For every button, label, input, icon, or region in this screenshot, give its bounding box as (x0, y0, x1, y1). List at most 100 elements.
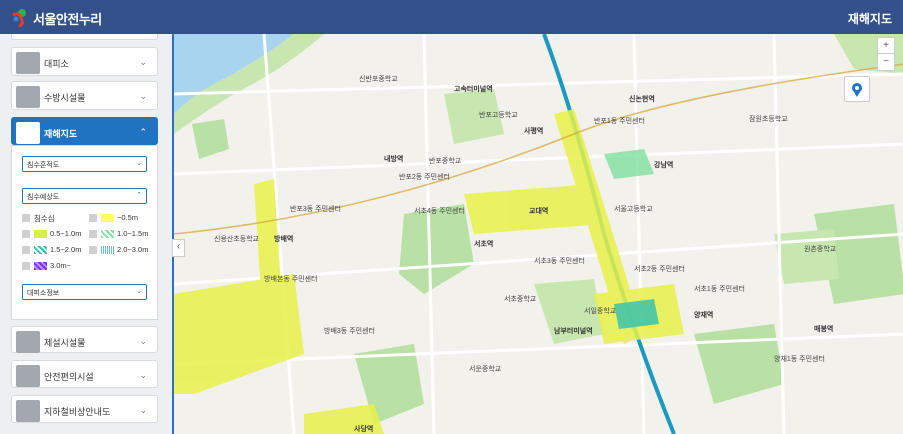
map-label: 서초3동 주민센터 (534, 258, 585, 265)
map-label: 잠원초등학교 (749, 116, 788, 123)
map-canvas[interactable]: 신용산초등학교 신반포중학교 반포중학교 반포고등학교 잠원초등학교 원촌중학교… (172, 34, 903, 434)
station-label[interactable]: 남부터미널역 (554, 326, 593, 336)
map-label: 신용산초등학교 (214, 236, 260, 243)
checkbox[interactable] (22, 230, 30, 238)
chevron-up-icon: ⌃ (139, 127, 147, 137)
chevron-down-icon: ⌄ (139, 91, 147, 101)
panel-shelter[interactable]: 대피소 ⌄ (11, 47, 158, 76)
station-label[interactable]: 교대역 (529, 206, 548, 216)
checkbox[interactable] (22, 246, 30, 254)
panel-disaster-map[interactable]: 재해지도 ⌃ (11, 117, 158, 145)
shelter-info-select[interactable]: 대피소정보 ⌄ (22, 284, 147, 300)
map-label: 서초2동 주민센터 (634, 266, 685, 273)
map-label: 서초중학교 (504, 296, 537, 303)
map-label: 서울고등학교 (614, 206, 653, 213)
chevron-up-icon: ⌃ (136, 192, 142, 199)
panel-safety-convenience[interactable]: 안전편의시설 ⌄ (11, 360, 158, 388)
app-title[interactable]: 서울안전누리 (33, 9, 102, 28)
current-location-button[interactable] (844, 76, 870, 102)
checkbox[interactable] (22, 214, 30, 222)
map-label: 서초4동 주민센터 (414, 208, 465, 215)
panel-label: 수방시설물 (44, 93, 86, 103)
chevron-down-icon: ⌄ (136, 288, 142, 295)
park-area (399, 204, 474, 294)
select-value: 침수흔적도 (27, 162, 60, 169)
checkbox[interactable] (89, 214, 97, 222)
panel-flood-facility[interactable]: 수방시설물 ⌄ (11, 81, 158, 110)
checkbox[interactable] (22, 262, 30, 270)
station-label[interactable]: 양재역 (694, 310, 713, 320)
map-label: 서운중학교 (469, 366, 502, 373)
house-icon (16, 365, 40, 387)
panel-subway-emergency[interactable]: 지하철비상안내도 ⌄ (11, 395, 158, 423)
map-label: 서일중학교 (584, 308, 617, 315)
collapse-sidebar-button[interactable]: ‹ (172, 239, 185, 257)
select-value: 침수예상도 (27, 194, 60, 201)
station-label[interactable]: 방배역 (274, 234, 293, 244)
legend-label: ~0.5m (117, 213, 139, 222)
flood-forecast-select[interactable]: 침수예상도 ⌃ (22, 188, 147, 204)
seoul-logo-icon (12, 9, 26, 27)
panel-label: 지하철비상안내도 (44, 407, 111, 417)
chevron-down-icon: ⌄ (139, 405, 147, 415)
legend-swatch (34, 230, 47, 238)
park-area (192, 119, 229, 159)
chevron-down-icon: ⌄ (139, 57, 147, 67)
station-label[interactable]: 매봉역 (814, 324, 833, 334)
station-label[interactable]: 내방역 (384, 154, 403, 164)
checkbox[interactable] (89, 230, 97, 238)
park-area (774, 229, 839, 284)
map-label: 반포1동 주민센터 (594, 118, 645, 125)
panel-snow-facility[interactable]: 제설시설물 ⌄ (11, 326, 158, 353)
page-title: 재해지도 (847, 12, 892, 26)
map-label: 양재1동 주민센터 (774, 356, 825, 363)
station-label[interactable]: 사당역 (354, 424, 373, 434)
panel-label: 안전편의시설 (44, 372, 94, 382)
legend-label: 1.5~2.0m (50, 245, 82, 254)
legend-label: 침수심 (34, 214, 55, 223)
map-label: 서초1동 주민센터 (694, 286, 745, 293)
checkbox[interactable] (89, 246, 97, 254)
location-pin-icon (852, 83, 862, 97)
station-label[interactable]: 신논현역 (629, 94, 655, 104)
building-icon (16, 52, 40, 74)
legend-label: 2.0~3.0m (117, 245, 149, 254)
legend-label: 3.0m~ (50, 261, 72, 270)
legend-swatch (101, 230, 114, 238)
legend-label: 1.0~1.5m (117, 229, 149, 238)
sidebar-panel-partial (11, 34, 158, 40)
panel-label: 제설시설물 (44, 338, 86, 348)
station-label[interactable]: 고속터미널역 (454, 84, 493, 94)
legend-swatch (34, 262, 47, 270)
header: 서울안전누리 재해지도 (0, 0, 903, 34)
map-label: 반포고등학교 (479, 112, 518, 119)
map-label: 반포2동 주민센터 (399, 174, 450, 181)
map-label: 원촌중학교 (804, 246, 837, 253)
chevron-down-icon: ⌄ (136, 160, 142, 167)
map-label: 반포중학교 (429, 158, 462, 165)
map-icon (16, 122, 40, 144)
panel-label: 대피소 (44, 59, 69, 69)
flood-trace-select[interactable]: 침수흔적도 ⌄ (22, 156, 147, 172)
legend-swatch (101, 214, 114, 222)
subway-icon (16, 400, 40, 422)
flood-zone-deep (614, 299, 659, 329)
panel-label: 재해지도 (44, 129, 78, 139)
zoom-out-button[interactable]: − (877, 53, 895, 71)
disaster-map-body: 침수흔적도 ⌄ 침수예상도 ⌃ 침수심 ~0.5m 0.5~1.0m 1.0~1.5… (11, 145, 158, 320)
station-label[interactable]: 강남역 (654, 160, 673, 170)
station-label[interactable]: 서초역 (474, 239, 493, 249)
park-area (694, 324, 784, 404)
dam-icon (16, 86, 40, 108)
legend-label: 0.5~1.0m (50, 229, 82, 238)
sidebar: 대피소 ⌄ 수방시설물 ⌄ 재해지도 ⌃ 침수흔적도 ⌄ 침수예상도 ⌃ 침수심 ~… (0, 34, 172, 434)
legend-swatch (101, 246, 114, 254)
map-label: 반포3동 주민센터 (290, 206, 341, 213)
map-label: 방배3동 주민센터 (324, 328, 375, 335)
chevron-down-icon: ⌄ (139, 370, 147, 380)
legend-swatch (34, 246, 47, 254)
station-label[interactable]: 사평역 (524, 126, 543, 136)
map-label: 신반포중학교 (359, 76, 398, 83)
truck-icon (16, 331, 40, 353)
chevron-down-icon: ⌄ (139, 336, 147, 346)
